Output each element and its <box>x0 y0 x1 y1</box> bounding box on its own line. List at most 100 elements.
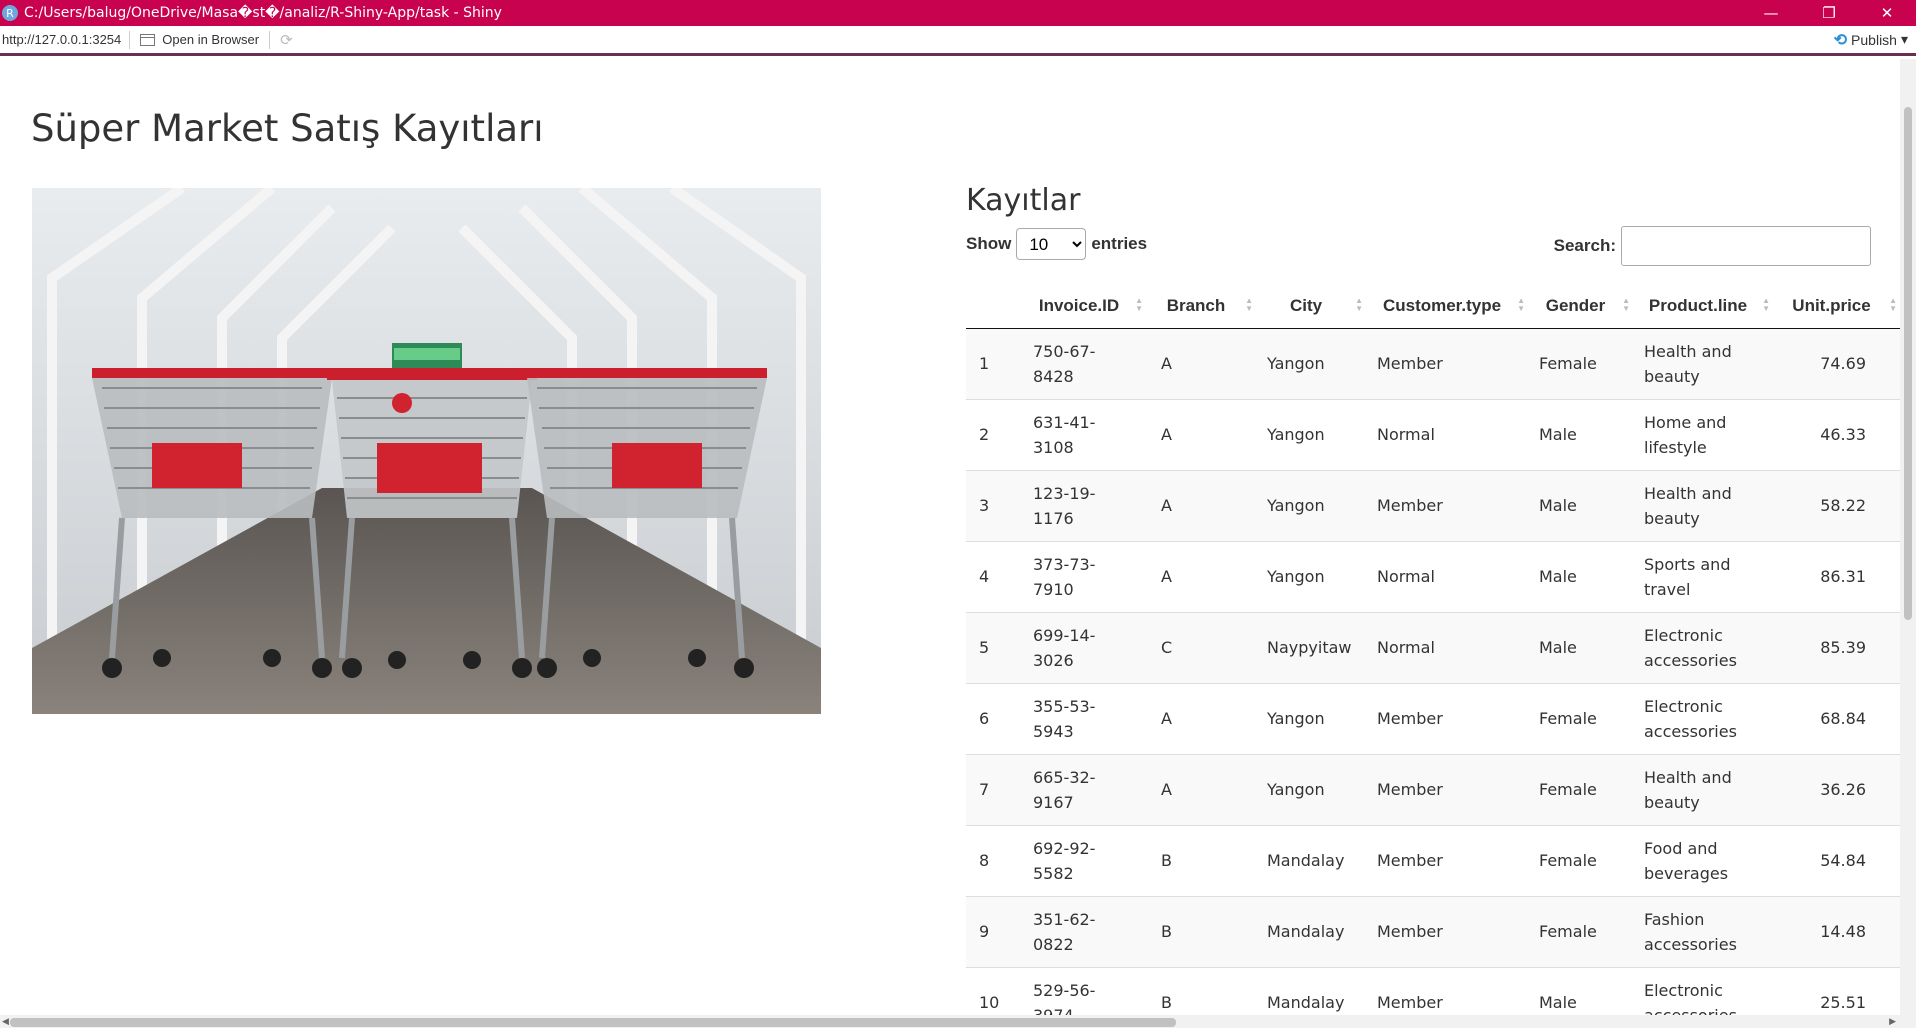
unit-price-cell: 85.39 <box>1774 611 1900 683</box>
customer-type-cell: Member <box>1367 824 1529 896</box>
table-row: 3 123-19- 1176 A Yangon Member Male Health and… <box>966 469 1900 541</box>
city-cell: Yangon <box>1257 753 1367 825</box>
unit-price-cell: 46.33 <box>1774 398 1900 470</box>
gender-cell: Female <box>1529 895 1634 967</box>
city-cell: Naypyitaw <box>1257 611 1367 683</box>
browser-window-icon <box>140 33 156 46</box>
unit-price-cell: 86.31 <box>1774 540 1900 612</box>
search-input[interactable] <box>1621 226 1871 266</box>
minimize-button[interactable]: — <box>1742 0 1800 26</box>
column-header-label: Gender <box>1545 295 1606 315</box>
gender-cell: Male <box>1529 398 1634 470</box>
column-header-label: Unit.price <box>1792 295 1871 315</box>
customer-type-cell: Member <box>1367 966 1529 1015</box>
product-line-cell: Fashion accessories <box>1634 895 1774 967</box>
customer-type-cell: Normal <box>1367 611 1529 683</box>
table-row: 10529-56- 3974BMandalayMemberMaleElectro… <box>966 966 1900 1015</box>
r-app-icon: R <box>2 5 18 21</box>
product-line-cell: Food and beverages <box>1634 824 1774 896</box>
column-header[interactable]: Customer.type ▲ ▼ <box>1367 284 1529 329</box>
product-line-cell: Sports and travel <box>1634 540 1774 612</box>
table-row: 6 355-53- 5943 A Yangon Member Female Electron… <box>966 682 1900 754</box>
table-row: 2 631-41- 3108 A Yangon Normal Male Home and l… <box>966 398 1900 470</box>
table-body: 1 750-67- 8428 A Yangon Member Female Health a… <box>966 327 1900 1015</box>
horizontal-scrollbar[interactable]: ◀ ▶ <box>0 1015 1916 1028</box>
gender-cell: Female <box>1529 682 1634 754</box>
sort-icon[interactable]: ▲ ▼ <box>1245 297 1253 313</box>
invoice-id-cell: 750-67- 8428 <box>1023 327 1147 399</box>
unit-price-cell: 54.84 <box>1774 824 1900 896</box>
chevron-down-icon: ▾ <box>1900 31 1908 47</box>
invoice-id-cell: 699-14- 3026 <box>1023 611 1147 683</box>
shiny-page: Süper Market Satış Kayıtları Kayıtlar Sh… <box>0 59 1900 1015</box>
customer-type-cell: Member <box>1367 753 1529 825</box>
product-line-cell: Health and beauty <box>1634 753 1774 825</box>
invoice-id-cell: 529-56- 3974 <box>1023 966 1147 1015</box>
sort-icon[interactable]: ▲ ▼ <box>1889 297 1897 313</box>
restore-button[interactable]: ❐ <box>1800 0 1858 26</box>
city-cell: Yangon <box>1257 327 1367 399</box>
branch-cell: A <box>1147 469 1257 541</box>
column-header[interactable]: City ▲ ▼ <box>1257 284 1367 329</box>
gender-cell: Male <box>1529 966 1634 1015</box>
page-length-control: Show 10 entries <box>966 226 1147 262</box>
branch-cell: B <box>1147 824 1257 896</box>
records-table: Invoice.ID ▲ ▼ Branch ▲ ▼ City ▲ ▼ Customer.type ▲… <box>966 284 1900 1015</box>
unit-price-cell: 14.48 <box>1774 895 1900 967</box>
close-button[interactable]: ✕ <box>1858 0 1916 26</box>
row-number-header[interactable] <box>966 284 1023 329</box>
sort-icon[interactable]: ▲ ▼ <box>1355 297 1363 313</box>
invoice-id-cell: 373-73- 7910 <box>1023 540 1147 612</box>
scroll-right-icon[interactable]: ▶ <box>1889 1015 1896 1028</box>
branch-cell: A <box>1147 398 1257 470</box>
vertical-scrollbar[interactable] <box>1900 59 1916 1015</box>
table-row: 9 351-62- 0822 B Mandalay Member Female Fashio… <box>966 895 1900 967</box>
row-number-cell: 9 <box>966 895 1023 967</box>
table-row: 5 699-14- 3026 C Naypyitaw Normal Male Electro… <box>966 611 1900 683</box>
customer-type-cell: Normal <box>1367 540 1529 612</box>
column-header[interactable]: Gender ▲ ▼ <box>1529 284 1634 329</box>
show-label: Show <box>966 234 1012 253</box>
publish-label: Publish <box>1851 31 1897 48</box>
window-title: C:/Users/balug/OneDrive/Masa�st�/analiz/… <box>24 5 502 21</box>
unit-price-cell: 58.22 <box>1774 469 1900 541</box>
page-length-select[interactable]: 10 <box>1016 228 1087 260</box>
customer-type-cell: Member <box>1367 327 1529 399</box>
scroll-left-icon[interactable]: ◀ <box>2 1015 9 1028</box>
invoice-id-cell: 665-32- 9167 <box>1023 753 1147 825</box>
column-header[interactable]: Product.line ▲ ▼ <box>1634 284 1774 329</box>
row-number-cell: 7 <box>966 753 1023 825</box>
column-header-label: City <box>1289 295 1323 315</box>
vertical-scrollbar-thumb[interactable] <box>1904 107 1912 620</box>
column-header-label: Invoice.ID <box>1038 295 1120 315</box>
city-cell: Mandalay <box>1257 966 1367 1015</box>
sort-icon[interactable]: ▲ ▼ <box>1517 297 1525 313</box>
column-header[interactable]: Unit.price ▲ ▼ <box>1774 284 1900 329</box>
unit-price-cell: 68.84 <box>1774 682 1900 754</box>
invoice-id-cell: 631-41- 3108 <box>1023 398 1147 470</box>
city-cell: Mandalay <box>1257 824 1367 896</box>
column-header[interactable]: Invoice.ID ▲ ▼ <box>1023 284 1147 329</box>
row-number-cell: 2 <box>966 398 1023 470</box>
refresh-icon[interactable]: ⟳ <box>280 31 293 49</box>
city-cell: Yangon <box>1257 469 1367 541</box>
horizontal-scrollbar-thumb[interactable] <box>10 1018 1176 1027</box>
gender-cell: Male <box>1529 469 1634 541</box>
row-number-cell: 6 <box>966 682 1023 754</box>
shopping-carts-image <box>32 188 821 714</box>
row-number-cell: 4 <box>966 540 1023 612</box>
records-panel: Kayıtlar Show 10 entries Search: Invoice… <box>966 183 1900 1015</box>
publish-button[interactable]: ⟲ Publish ▾ <box>1834 30 1908 50</box>
column-header[interactable]: Branch ▲ ▼ <box>1147 284 1257 329</box>
city-cell: Mandalay <box>1257 895 1367 967</box>
column-header-label: Product.line <box>1648 295 1748 315</box>
table-row: 1 750-67- 8428 A Yangon Member Female Health a… <box>966 327 1900 399</box>
sort-icon[interactable]: ▲ ▼ <box>1622 297 1630 313</box>
sort-icon[interactable]: ▲ ▼ <box>1135 297 1143 313</box>
sort-icon[interactable]: ▲ ▼ <box>1762 297 1770 313</box>
gender-cell: Female <box>1529 824 1634 896</box>
open-in-browser-button[interactable]: Open in Browser <box>130 30 271 49</box>
search-label: Search: <box>1553 236 1616 255</box>
row-number-cell: 3 <box>966 469 1023 541</box>
branch-cell: A <box>1147 682 1257 754</box>
